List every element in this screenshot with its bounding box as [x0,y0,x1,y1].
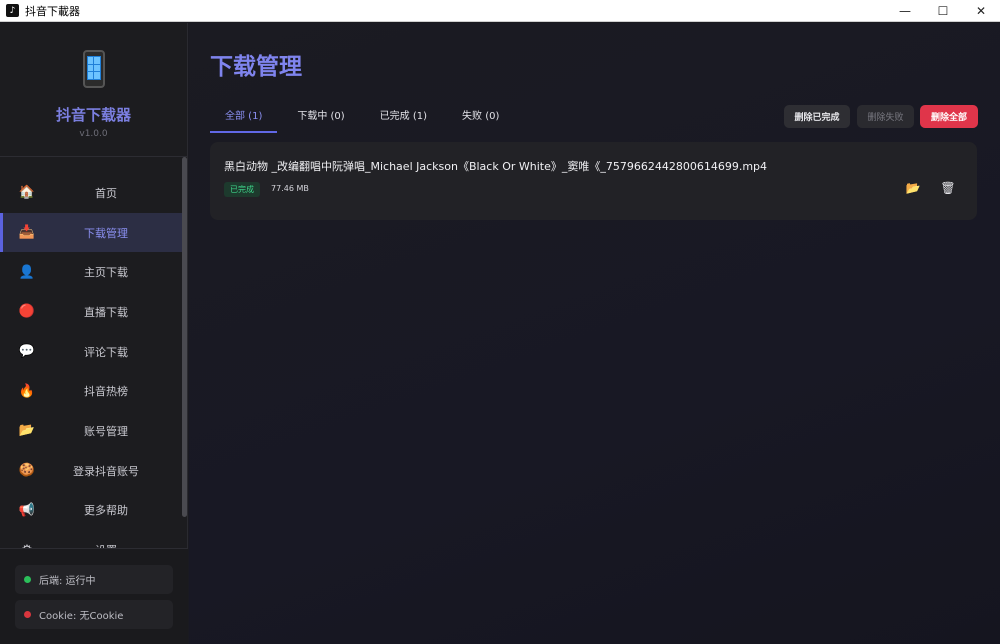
sidebar: 抖音下载器 v1.0.0 🏠 首页 📥 下载管理 👤 主页下载 🔴 直播下载 💬… [0,23,188,644]
sidebar-item-login[interactable]: 🍪 登录抖音账号 [0,451,182,491]
open-folder-icon[interactable]: 📂 [905,180,921,196]
phone-logo-icon [82,50,105,88]
trash-icon[interactable]: 🗑 [940,180,956,196]
sidebar-item-help[interactable]: 📢 更多帮助 [0,491,182,531]
red-circle-icon: 🔴 [18,304,36,320]
sidebar-item-live-download[interactable]: 🔴 直播下载 [0,292,182,332]
sidebar-item-account-management[interactable]: 📂 账号管理 [0,411,182,451]
app-name: 抖音下载器 [55,106,131,124]
app-version: v1.0.0 [79,129,108,139]
sidebar-nav: 🏠 首页 📥 下载管理 👤 主页下载 🔴 直播下载 💬 评论下载 🔥 抖音热榜 … [0,173,182,570]
download-item: 黑白动物 _改编翻唱中阮弹唱_Michael Jackson《Black Or … [210,142,977,220]
window-controls: — ☐ ✕ [886,0,1000,22]
sidebar-item-comment-download[interactable]: 💬 评论下载 [0,332,182,372]
user-icon: 👤 [18,264,36,280]
status-badge: 已完成 [224,182,260,197]
red-status-dot-icon [24,611,31,618]
backend-status: 后端: 运行中 [15,565,173,594]
tab-failed[interactable]: 失败 (0) [447,104,514,133]
file-size: 77.46 MB [271,184,309,193]
download-filename: 黑白动物 _改编翻唱中阮弹唱_Michael Jackson《Black Or … [224,160,768,173]
sidebar-scrollbar[interactable] [182,157,187,517]
delete-completed-button[interactable]: 删除已完成 [784,105,850,128]
folder-icon: 📂 [18,423,36,439]
sidebar-item-download-manager[interactable]: 📥 下载管理 [0,212,182,253]
home-icon: 🏠 [18,185,36,201]
cookie-icon: 🍪 [18,463,36,479]
minimize-button[interactable]: — [886,0,924,22]
comment-icon: 💬 [18,344,36,360]
tiktok-app-icon: ♪ [6,4,19,17]
sidebar-item-profile-download[interactable]: 👤 主页下载 [0,252,182,292]
tab-all[interactable]: 全部 (1) [210,104,278,133]
download-tray-icon: 📥 [18,225,36,241]
delete-failed-button[interactable]: 删除失败 [857,105,914,128]
sidebar-status-area: 后端: 运行中 Cookie: 无Cookie [0,548,188,644]
page-title: 下载管理 [210,54,302,80]
fire-icon: 🔥 [18,383,36,399]
tab-completed[interactable]: 已完成 (1) [365,104,442,133]
delete-all-button[interactable]: 删除全部 [920,105,978,128]
sidebar-item-hot-list[interactable]: 🔥 抖音热榜 [0,371,182,411]
sidebar-item-home[interactable]: 🏠 首页 [0,173,182,213]
brand-block: 抖音下载器 v1.0.0 [0,23,187,157]
tab-downloading[interactable]: 下载中 (0) [282,104,359,133]
cookie-status-text: Cookie: 无Cookie [39,611,124,622]
window-titlebar: ♪ 抖音下載器 — ☐ ✕ [0,0,1000,22]
main-content: 下载管理 全部 (1) 下载中 (0) 已完成 (1) 失败 (0) 删除已完成… [189,23,1000,644]
backend-status-text: 后端: 运行中 [39,576,96,587]
window-title: 抖音下載器 [25,4,80,18]
megaphone-icon: 📢 [18,502,36,518]
cookie-status: Cookie: 无Cookie [15,600,173,629]
maximize-button[interactable]: ☐ [924,0,962,22]
green-status-dot-icon [24,576,31,583]
filter-tabs: 全部 (1) 下载中 (0) 已完成 (1) 失败 (0) [210,104,519,133]
close-button[interactable]: ✕ [962,0,1000,22]
